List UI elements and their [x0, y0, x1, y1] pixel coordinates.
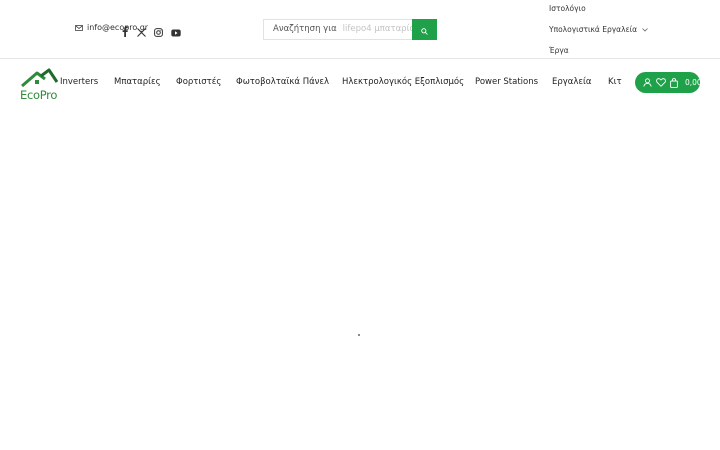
top-link-tools[interactable]: Υπολογιστικά Εργαλεία: [549, 25, 648, 34]
top-link-projects[interactable]: Έργα: [549, 46, 569, 55]
nav-item-power-stations[interactable]: Power Stations: [475, 77, 538, 87]
nav-item-batteries[interactable]: Μπαταρίες: [114, 77, 161, 87]
top-link-label: Ιστολόγιο: [549, 4, 586, 13]
top-link-label: Υπολογιστικά Εργαλεία: [549, 25, 638, 34]
search-input[interactable]: Αναζήτηση για lifepo4 μπαταρία: [263, 19, 412, 40]
header-actions: 0,00: [635, 72, 700, 93]
chevron-down-icon: [642, 25, 648, 34]
search-icon: [421, 20, 428, 39]
loading-indicator: [358, 334, 360, 336]
nav-item-tools[interactable]: Εργαλεία: [552, 77, 592, 87]
search-button[interactable]: [412, 19, 437, 40]
instagram-icon[interactable]: [154, 22, 163, 41]
x-icon[interactable]: [137, 22, 146, 41]
nav-item-electrical-equipment[interactable]: Ηλεκτρολογικός Εξοπλισμός: [342, 77, 464, 87]
top-link-label: Έργα: [549, 46, 569, 55]
search-placeholder-suggestion: lifepo4 μπαταρία: [342, 24, 412, 34]
main-nav: EcoPro Inverters Μπαταρίες Φορτιστές Φωτ…: [0, 60, 720, 102]
nav-item-solar-panels[interactable]: Φωτοβολταϊκά Πάνελ: [236, 77, 329, 87]
logo-house-icon: [21, 68, 59, 88]
logo[interactable]: EcoPro: [19, 68, 61, 104]
heart-icon[interactable]: [656, 78, 666, 87]
search-bar: Αναζήτηση για lifepo4 μπαταρία: [263, 19, 437, 40]
search-placeholder: Αναζήτηση για: [273, 24, 337, 34]
user-icon[interactable]: [643, 78, 652, 87]
top-bar: info@ecopro.gr Αναζήτηση για lifepo4 μπατ…: [0, 0, 720, 59]
nav-item-kits[interactable]: Κιτ: [608, 77, 622, 87]
cart-total[interactable]: 0,00: [685, 78, 700, 87]
top-link-blog[interactable]: Ιστολόγιο: [549, 4, 586, 13]
cart-bag-icon[interactable]: [670, 77, 678, 88]
facebook-icon[interactable]: [122, 22, 128, 41]
youtube-icon[interactable]: [171, 22, 181, 41]
nav-item-inverters[interactable]: Inverters: [60, 77, 98, 87]
nav-item-chargers[interactable]: Φορτιστές: [176, 77, 221, 87]
logo-text: EcoPro: [20, 88, 58, 102]
mail-icon: [75, 24, 83, 31]
